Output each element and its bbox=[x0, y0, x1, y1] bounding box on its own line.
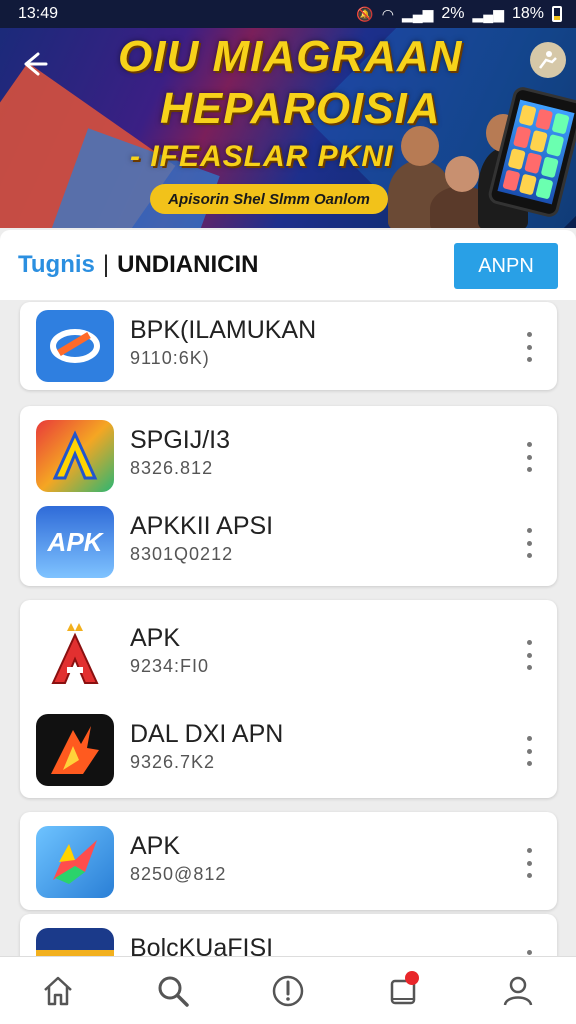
app-card: APK 8250@812 bbox=[20, 812, 557, 910]
app-size: 9110:6K) bbox=[130, 348, 210, 368]
more-options-icon[interactable] bbox=[519, 848, 539, 878]
more-options-icon[interactable] bbox=[519, 640, 539, 670]
more-options-icon[interactable] bbox=[519, 442, 539, 472]
app-size: 8301Q0212 bbox=[130, 544, 234, 564]
status-time: 13:49 bbox=[18, 5, 59, 22]
app-name: APKKII APSI bbox=[130, 512, 274, 540]
battery-percent-a: 2% bbox=[441, 5, 465, 22]
more-options-icon[interactable] bbox=[519, 736, 539, 766]
banner-headline-2: HEPAROISIA bbox=[160, 84, 441, 133]
promo-banner[interactable]: OIU MIAGRAAN HEPAROISIA - IFEASLAR PKNI … bbox=[0, 28, 576, 228]
profile-icon[interactable] bbox=[490, 963, 546, 1019]
back-arrow-icon[interactable] bbox=[18, 48, 54, 84]
search-icon[interactable] bbox=[145, 963, 201, 1019]
app-card: APK 9234​:FI0 DAL DXI APN 9326.7K2 bbox=[20, 600, 557, 798]
alert-icon[interactable] bbox=[260, 963, 316, 1019]
app-name: DAL DXI APN bbox=[130, 720, 284, 748]
battery-icon bbox=[552, 6, 562, 22]
rainbow-a-icon bbox=[36, 420, 114, 492]
notification-badge bbox=[405, 970, 420, 985]
app-name: BPK(ILAMUKAN bbox=[130, 316, 317, 344]
banner-tagline: Apisorin Shel Slmm Oanlom bbox=[150, 184, 388, 214]
app-name: APK bbox=[130, 832, 181, 860]
app-name: BolcKUaFISI bbox=[130, 934, 274, 956]
app-card: SPGIJ/I3 8326.812 APK APKKII APSI 8301Q0… bbox=[20, 406, 557, 586]
wifi-icon: ◠ bbox=[381, 5, 394, 22]
apply-button[interactable]: ANPN bbox=[454, 243, 558, 289]
list-item[interactable]: BolcKUaFISI bbox=[20, 920, 557, 956]
page-title: UNDIANICIN bbox=[117, 251, 259, 278]
battery-percent-b: 18% bbox=[511, 5, 544, 22]
more-options-icon[interactable] bbox=[519, 528, 539, 558]
list-header: Tugnis | UNDIANICIN ANPN bbox=[0, 230, 576, 300]
header-divider: | bbox=[102, 251, 110, 278]
app-list[interactable]: BPK(ILAMUKAN 9110:6K) SPGIJ/I3 8326.812 … bbox=[0, 300, 576, 956]
app-name: SPGIJ/I3 bbox=[130, 426, 231, 454]
signal-icon: ▂▄▆ bbox=[401, 5, 434, 22]
list-item[interactable]: APK 9234​:FI0 bbox=[20, 610, 557, 696]
profile-badge-icon[interactable] bbox=[530, 42, 566, 78]
brand-logo: Tugnis bbox=[18, 251, 95, 278]
banner-headline-3: - IFEASLAR PKNI bbox=[130, 140, 394, 173]
notification-icon[interactable] bbox=[375, 963, 431, 1019]
app-card: BolcKUaFISI bbox=[20, 914, 557, 956]
app-size: 8326.812 bbox=[130, 458, 214, 478]
fire-a-icon bbox=[36, 714, 114, 786]
list-item[interactable]: BPK(ILAMUKAN 9110:6K) bbox=[20, 302, 557, 388]
colorful-star-icon bbox=[36, 826, 114, 898]
status-bar: 13:49 🔕 ◠ ▂▄▆ 2% ▂▄▆ 18% bbox=[0, 0, 576, 28]
list-item[interactable]: APK 8250@812 bbox=[20, 818, 557, 904]
more-options-icon[interactable] bbox=[519, 332, 539, 362]
status-icons: 🔕 ◠ ▂▄▆ 2% ▂▄▆ 18% bbox=[356, 5, 562, 23]
app-size: 8250@812 bbox=[130, 864, 227, 884]
signal-icon-2: ▂▄▆ bbox=[472, 5, 504, 22]
blue-ring-icon bbox=[36, 310, 114, 382]
list-item[interactable]: APK APKKII APSI 8301Q0212 bbox=[20, 498, 557, 584]
list-item[interactable]: DAL DXI APN 9326.7K2 bbox=[20, 706, 557, 792]
apk-blue-icon: APK bbox=[36, 506, 114, 578]
banner-headline-1: OIU MIAGRAAN bbox=[118, 32, 463, 81]
app-size: 9234​:FI0 bbox=[130, 656, 210, 676]
app-name: APK bbox=[130, 624, 181, 652]
list-item[interactable]: SPGIJ/I3 8326.812 bbox=[20, 412, 557, 498]
app-size: 9326.7K2 bbox=[130, 752, 216, 772]
home-icon[interactable] bbox=[30, 963, 86, 1019]
app-card: BPK(ILAMUKAN 9110:6K) bbox=[20, 302, 557, 390]
mute-icon: 🔕 bbox=[356, 5, 374, 22]
bottom-navigation bbox=[0, 956, 576, 1024]
red-a-crown-icon bbox=[36, 618, 114, 690]
navy-banner-icon bbox=[36, 928, 114, 956]
